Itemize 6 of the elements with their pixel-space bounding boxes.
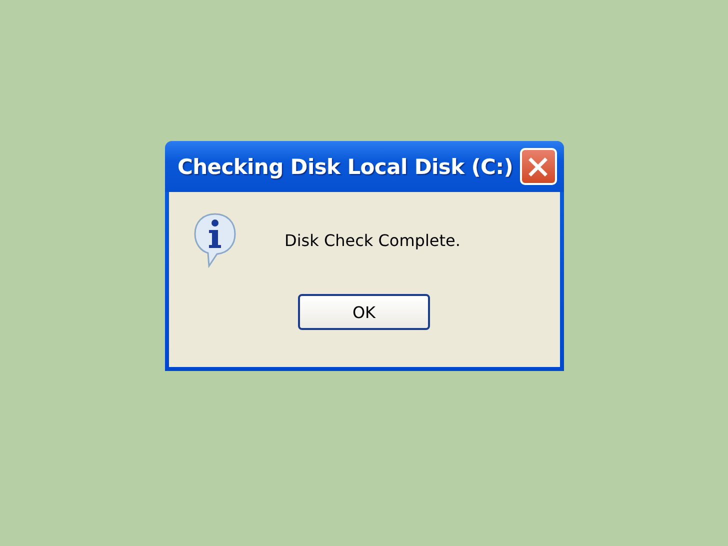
- window-title: Checking Disk Local Disk (C:): [178, 154, 514, 178]
- close-icon: [528, 156, 548, 176]
- close-button[interactable]: [520, 148, 556, 185]
- ok-button[interactable]: OK: [298, 294, 430, 330]
- info-icon: [192, 212, 236, 268]
- message-text: Disk Check Complete.: [284, 230, 460, 250]
